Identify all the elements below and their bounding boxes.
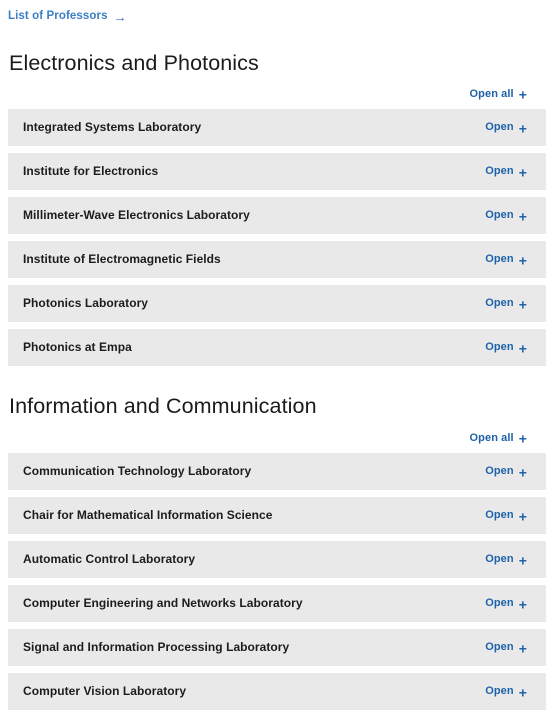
open-label: Open <box>485 465 514 477</box>
plus-icon: + <box>518 252 527 268</box>
open-button[interactable]: Open + <box>485 509 527 523</box>
open-all-button[interactable]: Open all + <box>469 430 527 447</box>
section-title: Electronics and Photonics <box>9 51 259 75</box>
section-electronics-and-photonics: Electronics and Photonics Open all + Int… <box>0 50 554 366</box>
plus-icon: + <box>518 208 527 224</box>
accordion-row[interactable]: Chair for Mathematical Information Scien… <box>8 497 546 534</box>
accordion-row-label: Institute of Electromagnetic Fields <box>23 252 221 266</box>
plus-icon: + <box>518 684 527 700</box>
open-button[interactable]: Open + <box>485 297 527 311</box>
open-label: Open <box>485 341 514 353</box>
accordion-row-label: Signal and Information Processing Labora… <box>23 640 290 654</box>
list-of-professors-link[interactable]: List of Professors → <box>8 9 127 23</box>
accordion-row-label: Institute for Electronics <box>23 164 159 178</box>
top-link-container: List of Professors → <box>0 0 554 24</box>
accordion-row[interactable]: Millimeter-Wave Electronics Laboratory O… <box>8 197 546 234</box>
accordion-list: Communication Technology Laboratory Open… <box>8 453 546 710</box>
open-button[interactable]: Open + <box>485 597 527 611</box>
open-all-container: Open all + <box>8 86 546 103</box>
open-button[interactable]: Open + <box>485 685 527 699</box>
plus-icon: + <box>518 430 527 447</box>
accordion-row[interactable]: Communication Technology Laboratory Open… <box>8 453 546 490</box>
accordion-row-label: Communication Technology Laboratory <box>23 464 252 478</box>
open-label: Open <box>485 253 514 265</box>
accordion-row-label: Photonics Laboratory <box>23 296 149 310</box>
plus-icon: + <box>518 86 527 103</box>
open-all-container: Open all + <box>8 430 546 447</box>
accordion-row[interactable]: Photonics Laboratory Open + <box>8 285 546 322</box>
section-title: Information and Communication <box>9 394 317 418</box>
accordion-row[interactable]: Automatic Control Laboratory Open + <box>8 541 546 578</box>
accordion-row-label: Photonics at Empa <box>23 340 132 354</box>
open-button[interactable]: Open + <box>485 121 527 135</box>
accordion-row[interactable]: Computer Vision Laboratory Open + <box>8 673 546 710</box>
accordion-row-label: Computer Engineering and Networks Labora… <box>23 596 303 610</box>
plus-icon: + <box>518 164 527 180</box>
accordion-row-label: Computer Vision Laboratory <box>23 684 187 698</box>
open-label: Open <box>485 509 514 521</box>
open-button[interactable]: Open + <box>485 641 527 655</box>
list-of-professors-label: List of Professors <box>8 10 108 22</box>
plus-icon: + <box>518 596 527 612</box>
plus-icon: + <box>518 340 527 356</box>
accordion-row[interactable]: Computer Engineering and Networks Labora… <box>8 585 546 622</box>
accordion-row[interactable]: Signal and Information Processing Labora… <box>8 629 546 666</box>
accordion-row-label: Millimeter-Wave Electronics Laboratory <box>23 208 250 222</box>
arrow-right-icon: → <box>113 9 127 24</box>
plus-icon: + <box>518 640 527 656</box>
open-button[interactable]: Open + <box>485 553 527 567</box>
accordion-row-label: Integrated Systems Laboratory <box>23 120 202 134</box>
plus-icon: + <box>518 552 527 568</box>
open-label: Open <box>485 297 514 309</box>
open-label: Open <box>485 121 514 133</box>
open-button[interactable]: Open + <box>485 165 527 179</box>
accordion-row[interactable]: Institute for Electronics Open + <box>8 153 546 190</box>
accordion-row-label: Automatic Control Laboratory <box>23 552 196 566</box>
open-label: Open <box>485 641 514 653</box>
open-button[interactable]: Open + <box>485 341 527 355</box>
plus-icon: + <box>518 120 527 136</box>
open-all-label: Open all <box>469 87 514 100</box>
plus-icon: + <box>518 508 527 524</box>
open-label: Open <box>485 165 514 177</box>
open-button[interactable]: Open + <box>485 209 527 223</box>
open-label: Open <box>485 597 514 609</box>
open-all-button[interactable]: Open all + <box>469 86 527 103</box>
accordion-row[interactable]: Integrated Systems Laboratory Open + <box>8 109 546 146</box>
open-all-label: Open all <box>469 431 514 444</box>
open-button[interactable]: Open + <box>485 465 527 479</box>
accordion-list: Integrated Systems Laboratory Open + Ins… <box>8 109 546 366</box>
open-label: Open <box>485 553 514 565</box>
open-label: Open <box>485 209 514 221</box>
professor-list-page: List of Professors → Electronics and Pho… <box>0 0 554 727</box>
plus-icon: + <box>518 296 527 312</box>
section-information-and-communication: Information and Communication Open all +… <box>0 393 554 710</box>
accordion-row[interactable]: Institute of Electromagnetic Fields Open… <box>8 241 546 278</box>
open-button[interactable]: Open + <box>485 253 527 267</box>
open-label: Open <box>485 685 514 697</box>
plus-icon: + <box>518 464 527 480</box>
accordion-row[interactable]: Photonics at Empa Open + <box>8 329 546 366</box>
accordion-row-label: Chair for Mathematical Information Scien… <box>23 508 273 522</box>
